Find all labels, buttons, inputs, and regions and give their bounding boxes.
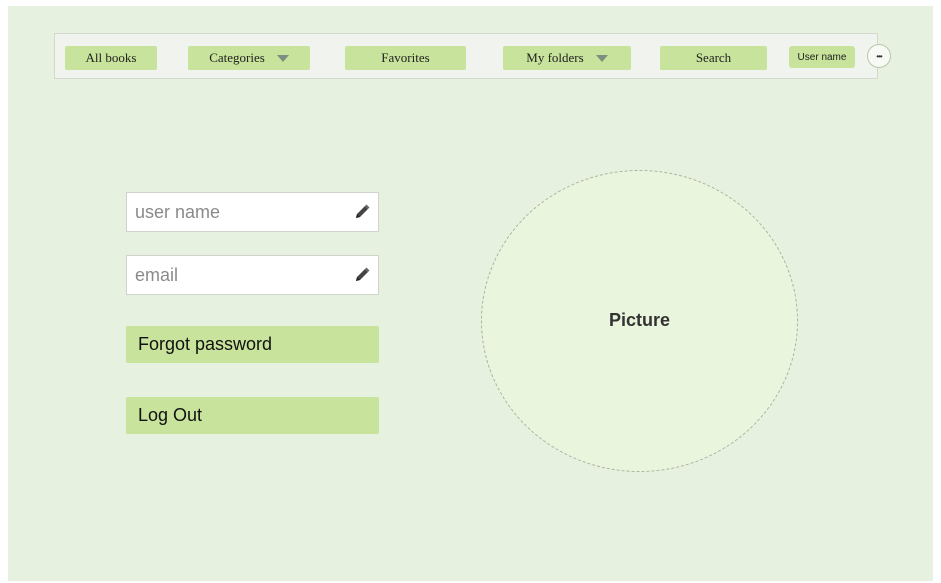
user-name-button[interactable]: User name [789, 46, 855, 68]
search-button[interactable]: Search [660, 46, 767, 70]
email-field[interactable] [126, 255, 379, 295]
my-folders-dropdown[interactable]: My folders [503, 46, 631, 70]
username-field[interactable] [126, 192, 379, 232]
categories-dropdown[interactable]: Categories [188, 46, 310, 70]
forgot-password-label: Forgot password [138, 334, 273, 354]
caret-down-icon [276, 54, 289, 62]
username-input[interactable] [127, 193, 347, 231]
pencil-icon[interactable] [352, 202, 372, 222]
all-books-label: All books [85, 50, 137, 65]
caret-down-icon [595, 54, 608, 62]
log-out-button[interactable]: Log Out [126, 397, 379, 434]
profile-picture[interactable]: Picture [481, 170, 798, 472]
log-out-label: Log Out [138, 405, 203, 425]
search-label: Search [695, 50, 732, 65]
categories-label: Categories [209, 50, 265, 65]
picture-label: Picture [608, 309, 671, 330]
forgot-password-button[interactable]: Forgot password [126, 326, 379, 363]
top-navbar: All books Categories Favorites My folder… [54, 33, 891, 79]
pencil-icon[interactable] [352, 265, 372, 285]
more-label: ••• [876, 51, 882, 61]
email-input[interactable] [127, 256, 347, 294]
all-books-button[interactable]: All books [65, 46, 157, 70]
my-folders-label: My folders [526, 50, 584, 65]
more-icon[interactable]: ••• [867, 44, 891, 68]
user-name-label: User name [797, 51, 847, 63]
favorites-button[interactable]: Favorites [345, 46, 466, 70]
favorites-label: Favorites [381, 50, 430, 65]
